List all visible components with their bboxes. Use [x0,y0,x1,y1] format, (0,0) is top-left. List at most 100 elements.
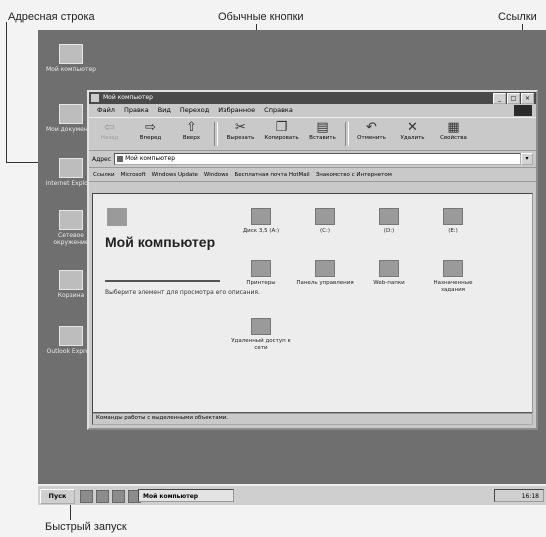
paste-icon: ▤ [316,120,329,135]
item-printers[interactable]: Принтеры [231,260,291,287]
link-internet-intro[interactable]: Знакомство с Интернетом [316,172,392,178]
taskbar-button-my-computer[interactable]: Мой компьютер [138,489,234,502]
menu-go[interactable]: Переход [180,104,209,117]
menu-help[interactable]: Справка [264,104,293,117]
back-arrow-icon: ⇦ [104,120,115,135]
desktop: Мой компьютер Мои документы Internet Exp… [38,30,546,505]
link-hotmail[interactable]: Бесплатная почта HotMail [234,172,309,178]
delete-icon: ✕ [407,120,418,135]
copy-icon: ❐ [275,120,288,135]
title-divider [105,280,220,282]
item-dialup-networking[interactable]: Удаленный доступ к сети [231,318,291,352]
link-windows[interactable]: Windows [204,172,229,178]
properties-button[interactable]: ▦ Свойства [433,118,474,150]
leader-line [6,22,7,162]
window-controls: _ □ × [493,93,534,104]
taskbar: Пуск Мой компьютер 16:18 [38,484,546,505]
delete-button[interactable]: ✕ Удалить [392,118,433,150]
copy-button[interactable]: ❐ Копировать [261,118,302,150]
explorer-window: Мой компьютер _ □ × Файл Правка Вид Пере… [87,90,538,430]
close-button[interactable]: × [521,93,534,104]
address-input[interactable]: Мой компьютер [114,153,521,165]
recycle-bin-icon [59,270,83,290]
my-documents-icon [59,104,83,124]
address-value: Мой компьютер [125,155,176,162]
callout-links: Ссылки [498,11,537,23]
title-bar[interactable]: Мой компьютер _ □ × [89,92,536,104]
item-web-folders[interactable]: Web-папки [359,260,419,287]
undo-icon: ↶ [366,120,377,135]
standard-buttons-toolbar: ⇦ Назад ⇨ Вперед ⇧ Вверх ✂ Вырезать ❐ Ко… [89,117,536,151]
floppy-drive-icon [251,208,271,225]
item-label: Панель управления [296,280,354,286]
menu-edit[interactable]: Правка [124,104,149,117]
desktop-icon-my-computer[interactable]: Мой компьютер [40,44,102,73]
link-microsoft[interactable]: Microsoft [121,172,146,178]
toolbar-button-label: Удалить [400,135,425,141]
scheduled-tasks-icon [443,260,463,277]
windows-logo-icon [514,105,532,116]
cut-button[interactable]: ✂ Вырезать [220,118,261,150]
window-icon [91,94,99,102]
menu-view[interactable]: Вид [158,104,171,117]
links-bar: Ссылки Microsoft Windows Update Windows … [89,168,536,182]
item-drive-d[interactable]: (D:) [359,208,419,235]
properties-icon: ▦ [447,120,460,135]
clock[interactable]: 16:18 [522,493,539,500]
item-label: Web-папки [373,280,405,286]
menu-file[interactable]: Файл [97,104,115,117]
paste-button[interactable]: ▤ Вставить [302,118,343,150]
up-folder-icon: ⇧ [186,120,197,135]
printers-folder-icon [251,260,271,277]
start-label: Пуск [48,492,67,500]
item-label: Назначенные задания [433,280,473,293]
hard-drive-icon [315,208,335,225]
menu-bar: Файл Правка Вид Переход Избранное Справк… [89,104,536,117]
up-button[interactable]: ⇧ Вверх [171,118,212,150]
back-button[interactable]: ⇦ Назад [89,118,130,150]
folder-hint: Выберите элемент для просмотра его описа… [105,289,260,296]
toolbar-separator [345,122,349,146]
item-label: (D:) [383,228,395,234]
internet-explorer-icon[interactable] [80,490,93,503]
my-computer-icon [117,156,124,162]
maximize-button[interactable]: □ [507,93,520,104]
system-tray: 16:18 [494,489,544,502]
callout-address-bar: Адресная строка [8,11,95,23]
item-drive-c[interactable]: (C:) [295,208,355,235]
show-desktop-icon[interactable] [112,490,125,503]
web-folders-icon [379,260,399,277]
hard-drive-icon [379,208,399,225]
toolbar-button-label: Отменить [357,135,386,141]
folder-title: Мой компьютер [105,234,216,250]
toolbar-button-label: Вырезать [226,135,255,141]
link-windows-update[interactable]: Windows Update [152,172,198,178]
item-floppy-a[interactable]: Диск 3,5 (A:) [231,208,291,235]
my-computer-icon [107,208,127,226]
toolbar-button-label: Вперед [139,135,162,141]
item-control-panel[interactable]: Панель управления [295,260,355,287]
desktop-icon-label: Мой компьютер [46,66,96,73]
address-bar: Адрес Мой компьютер ▾ [89,151,536,168]
outlook-express-icon[interactable] [96,490,109,503]
start-button[interactable]: Пуск [40,489,75,504]
toolbar-button-label: Назад [100,135,119,141]
outlook-express-icon [59,326,83,346]
menu-favorites[interactable]: Избранное [218,104,255,117]
undo-button[interactable]: ↶ Отменить [351,118,392,150]
item-label: Удаленный доступ к сети [231,338,291,351]
item-label: Принтеры [246,280,276,286]
address-label: Адрес [92,155,112,163]
minimize-button[interactable]: _ [493,93,506,104]
forward-button[interactable]: ⇨ Вперед [130,118,171,150]
toolbar-button-label: Вставить [309,135,336,141]
window-title: Мой компьютер [103,94,153,101]
links-label: Ссылки [93,171,115,178]
cut-icon: ✂ [235,120,246,135]
item-scheduled-tasks[interactable]: Назначенные задания [423,260,483,294]
item-label: (C:) [320,228,330,234]
toolbar-button-label: Вверх [182,135,201,141]
status-bar: Команды работы с выделенными объектами. [92,412,533,425]
address-dropdown-button[interactable]: ▾ [521,153,533,165]
item-drive-e[interactable]: (E:) [423,208,483,235]
